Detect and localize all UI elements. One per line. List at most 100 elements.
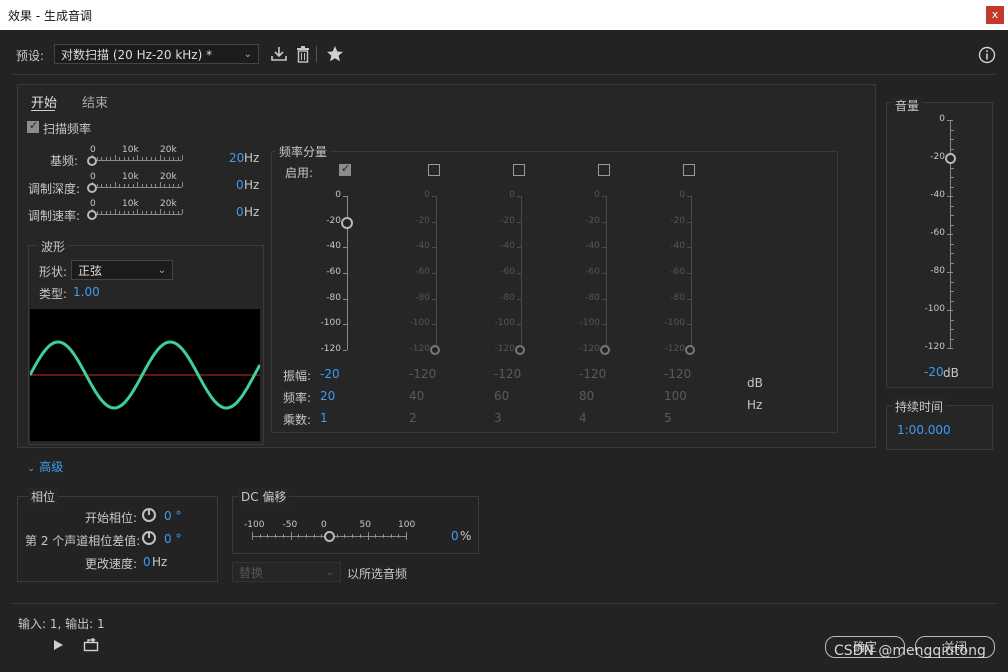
component-enable-checkbox[interactable] xyxy=(683,164,695,176)
amp-tick xyxy=(602,273,606,274)
preset-select[interactable]: 对数扫描 (20 Hz-20 kHz) * ⌄ xyxy=(54,44,259,64)
dc-tick xyxy=(313,534,315,538)
component-mult-value[interactable]: 1 xyxy=(320,411,328,425)
amp-tick xyxy=(602,196,606,197)
dc-scale-label: 0 xyxy=(321,520,327,530)
dc-offset-knob[interactable] xyxy=(324,531,335,542)
dc-offset-value[interactable]: 0 xyxy=(451,529,459,543)
component-amp-track[interactable] xyxy=(436,196,437,350)
component-amp-knob[interactable] xyxy=(430,345,440,355)
delete-preset-icon[interactable] xyxy=(295,45,311,63)
dc-tick xyxy=(275,534,277,538)
volume-knob[interactable] xyxy=(945,153,956,164)
volume-minor-tick xyxy=(951,167,954,169)
mod-rate-unit: Hz xyxy=(244,205,260,219)
component-amp-knob[interactable] xyxy=(600,345,610,355)
mod-depth-slider-track[interactable] xyxy=(92,187,182,188)
watermark: CSDN @mengqiutong xyxy=(834,643,986,659)
component-freq-value[interactable]: 80 xyxy=(579,389,594,403)
volume-value[interactable]: -20 xyxy=(924,365,944,379)
mod-depth-slider-knob[interactable] xyxy=(87,183,97,193)
mod-rate-slider-track[interactable] xyxy=(92,214,182,215)
dc-tick xyxy=(298,534,300,538)
component-amp-value[interactable]: -120 xyxy=(664,367,691,381)
component-amp-value[interactable]: -20 xyxy=(320,367,340,381)
component-amp-knob[interactable] xyxy=(515,345,525,355)
component-amp-track[interactable] xyxy=(606,196,607,350)
info-icon[interactable] xyxy=(978,46,996,64)
slider-tick xyxy=(168,184,170,187)
amp-scale-label: 0 xyxy=(509,190,515,200)
close-window-button[interactable]: x xyxy=(986,6,1004,24)
volume-minor-tick xyxy=(951,243,954,245)
start-phase-value[interactable]: 0 ° xyxy=(164,509,181,523)
amp-tick xyxy=(687,324,691,326)
phase-diff-dial-icon[interactable] xyxy=(142,531,156,545)
sweep-checkbox[interactable] xyxy=(27,119,39,133)
amp-scale-label: -100 xyxy=(320,318,341,329)
dc-tick xyxy=(259,534,261,538)
header-divider xyxy=(12,74,996,75)
star-icon[interactable] xyxy=(326,45,344,63)
component-amp-track[interactable] xyxy=(521,196,522,350)
base-freq-value[interactable]: 20 xyxy=(229,151,244,165)
amp-tick xyxy=(517,324,521,326)
shape-select[interactable]: 正弦 ⌄ xyxy=(71,260,173,280)
component-freq-value[interactable]: 100 xyxy=(664,389,687,403)
play-icon[interactable] xyxy=(52,639,64,651)
mod-rate-slider-knob[interactable] xyxy=(87,210,97,220)
component-amp-value[interactable]: -120 xyxy=(579,367,606,381)
slider-tick xyxy=(182,155,183,160)
component-amp-value[interactable]: -120 xyxy=(409,367,436,381)
component-mult-value[interactable]: 4 xyxy=(579,411,587,425)
component-mult-value[interactable]: 2 xyxy=(409,411,417,425)
volume-minor-tick xyxy=(951,300,954,302)
slider-tick xyxy=(128,211,129,214)
component-enable-checkbox[interactable] xyxy=(428,164,440,176)
component-amp-value[interactable]: -120 xyxy=(494,367,521,381)
duration-value[interactable]: 1:00.000 xyxy=(897,423,951,437)
slider-tick xyxy=(114,155,116,160)
mod-rate-value[interactable]: 0 xyxy=(236,205,244,219)
slider-tick xyxy=(141,157,143,160)
slider-tick xyxy=(168,157,170,160)
component-amp-knob[interactable] xyxy=(685,345,695,355)
amp-scale-label: -60 xyxy=(415,267,430,277)
component-amp-knob[interactable] xyxy=(341,216,353,229)
component-enable-checkbox[interactable] xyxy=(513,164,525,176)
loop-export-icon[interactable] xyxy=(83,638,99,652)
component-freq-value[interactable]: 20 xyxy=(320,389,335,403)
slider-tick xyxy=(177,157,179,160)
volume-tick xyxy=(947,272,953,273)
base-freq-slider-track[interactable] xyxy=(92,160,182,161)
tab-end[interactable]: 结束 xyxy=(82,92,108,111)
tab-start[interactable]: 开始 xyxy=(31,92,57,111)
component-amp-track[interactable] xyxy=(691,196,692,350)
base-freq-slider-knob[interactable] xyxy=(87,156,97,166)
component-enable-checkbox[interactable] xyxy=(339,162,351,176)
save-preset-icon[interactable] xyxy=(270,46,288,62)
mod-depth-value[interactable]: 0 xyxy=(236,178,244,192)
toolbar-divider xyxy=(316,46,317,62)
component-mult-value[interactable]: 5 xyxy=(664,411,672,425)
phase-diff-value[interactable]: 0 ° xyxy=(164,532,181,546)
component-enable-checkbox[interactable] xyxy=(598,164,610,176)
component-freq-value[interactable]: 60 xyxy=(494,389,509,403)
volume-minor-tick xyxy=(951,139,954,140)
advanced-toggle[interactable]: ⌄ 高级 xyxy=(27,458,63,475)
replace-select[interactable]: 替换 ⌄ xyxy=(232,562,341,582)
slider-tick xyxy=(101,184,102,187)
slider-tick xyxy=(177,184,179,187)
slider-tick xyxy=(132,184,134,187)
amp-scale-label: -40 xyxy=(415,241,430,252)
amp-scale-label: -80 xyxy=(670,292,685,303)
slider-tick xyxy=(123,184,125,187)
footer-divider xyxy=(12,603,996,604)
chevron-down-icon: ⌄ xyxy=(27,463,36,474)
component-mult-value[interactable]: 3 xyxy=(494,411,502,425)
slider-tick xyxy=(114,182,116,187)
type-value[interactable]: 1.00 xyxy=(73,285,100,299)
change-rate-value[interactable]: 0 xyxy=(143,555,151,569)
start-phase-dial-icon[interactable] xyxy=(142,508,156,522)
component-freq-value[interactable]: 40 xyxy=(409,389,424,403)
